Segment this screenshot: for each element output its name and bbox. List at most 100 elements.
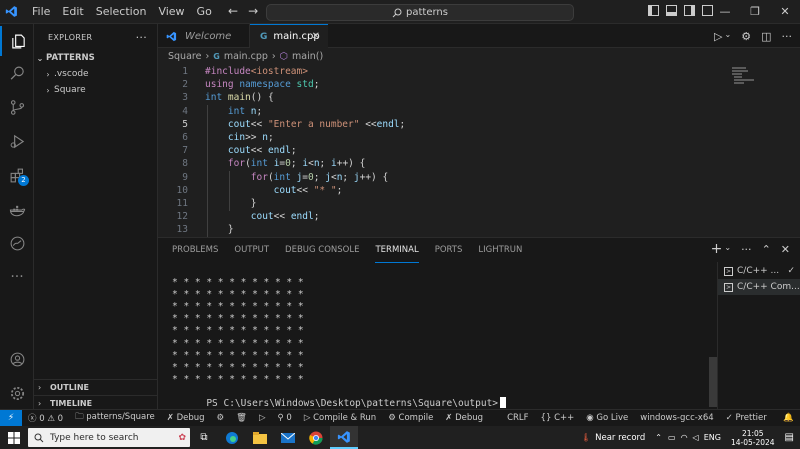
tab-close-icon[interactable]: ✕ — [312, 31, 320, 42]
tab-debug-console[interactable]: DEBUG CONSOLE — [285, 238, 359, 262]
mail-icon[interactable] — [274, 426, 302, 449]
edge-browser-icon[interactable] — [218, 426, 246, 449]
minimize-button[interactable]: — — [710, 0, 740, 24]
more-actions-icon[interactable]: ··· — [782, 30, 793, 43]
tab-ports[interactable]: PORTS — [435, 238, 463, 262]
new-terminal-icon[interactable]: + — [711, 242, 723, 256]
tab-terminal[interactable]: TERMINAL — [375, 238, 419, 263]
chevron-down-icon[interactable]: ⌄ — [725, 30, 732, 43]
vscode-taskbar-icon[interactable] — [330, 426, 358, 449]
manage-gear-icon[interactable] — [0, 378, 34, 408]
tray-text[interactable]: Near record — [595, 433, 645, 443]
language-status[interactable]: {} C++ — [535, 413, 581, 423]
menu-edit[interactable]: Edit — [56, 0, 89, 24]
eol-status[interactable]: CRLF — [501, 413, 534, 423]
remote-indicator-icon[interactable]: ⚡ — [0, 409, 22, 427]
network-icon[interactable]: ▭ — [668, 433, 676, 442]
menu-file[interactable]: File — [26, 0, 56, 24]
gear-icon[interactable]: ⚙ — [211, 413, 231, 423]
language-indicator[interactable]: ENG — [704, 433, 721, 442]
outline-section[interactable]: › OUTLINE — [34, 379, 158, 395]
run-icon[interactable]: ▷ — [253, 413, 272, 423]
breadcrumb-symbol[interactable]: main() — [292, 51, 323, 62]
tab-main-cpp[interactable]: G main.cpp ✕ — [250, 24, 328, 48]
debug-button[interactable]: ✗ Debug — [439, 413, 489, 423]
more-icon[interactable]: ··· — [0, 262, 34, 292]
code-line[interactable]: 9 for(int j=0; j<n; j++) { — [158, 171, 728, 184]
toggle-sidebar-icon[interactable] — [648, 5, 659, 16]
close-panel-icon[interactable]: ✕ — [781, 243, 790, 256]
chrome-icon[interactable] — [302, 426, 330, 449]
back-arrow-icon[interactable]: ← — [228, 4, 238, 18]
task-view-icon[interactable]: ⧉ — [190, 426, 218, 449]
docker-icon[interactable] — [0, 196, 34, 226]
code-line[interactable]: 7 cout<< endl; — [158, 144, 728, 157]
remote-explorer-icon[interactable] — [0, 228, 34, 258]
split-editor-icon[interactable]: ◫ — [761, 30, 771, 43]
forward-arrow-icon[interactable]: → — [248, 4, 258, 18]
code-line[interactable]: 6 cin>> n; — [158, 131, 728, 144]
toggle-secondary-sidebar-icon[interactable] — [684, 5, 695, 16]
breadcrumb-folder[interactable]: Square — [168, 51, 201, 62]
restore-button[interactable]: ❐ — [740, 0, 770, 24]
gear-icon[interactable]: ⚙ — [741, 30, 751, 43]
code-line[interactable]: 1 #include<iostream> — [158, 65, 728, 78]
run-file-icon[interactable]: ▷ — [714, 30, 722, 43]
code-editor[interactable]: 1 #include<iostream> 2 using namespace std;… — [158, 65, 728, 237]
terminal[interactable]: PS C:\Users\Windows\Desktop\patterns\Squ… — [158, 262, 710, 410]
code-line[interactable]: 5 cout<< "Enter a number" <<endl; — [158, 118, 728, 131]
problems-status[interactable]: ⓧ 0 ⚠ 0 — [22, 412, 69, 424]
notifications-bell-icon[interactable]: 🔔 — [777, 413, 800, 423]
tab-problems[interactable]: PROBLEMS — [172, 238, 218, 262]
tab-output[interactable]: OUTPUT — [234, 238, 269, 262]
config-status[interactable]: windows-gcc-x64 — [634, 413, 719, 423]
source-control-icon[interactable] — [0, 92, 34, 122]
menu-selection[interactable]: Selection — [90, 0, 153, 24]
file-explorer-icon[interactable] — [246, 426, 274, 449]
clock[interactable]: 21:05 14-05-2024 — [725, 429, 781, 447]
code-line[interactable]: 3 int main() { — [158, 91, 728, 104]
tab-welcome[interactable]: Welcome — [158, 24, 250, 48]
code-line[interactable]: 13 } — [158, 223, 728, 236]
code-line[interactable]: 11 } — [158, 197, 728, 210]
extensions-icon[interactable]: 2 — [0, 160, 34, 190]
account-icon[interactable] — [0, 344, 34, 374]
terminal-list-item[interactable]: > C/C++ Com... — [718, 279, 800, 295]
notification-center-icon[interactable]: ▤ — [785, 432, 794, 443]
terminal-list-item[interactable]: > C/C++ ... ✓ — [718, 263, 800, 279]
windows-start-icon[interactable] — [0, 431, 28, 444]
wifi-icon[interactable]: ◠ — [681, 433, 688, 442]
explorer-more-icon[interactable]: ··· — [136, 31, 147, 44]
folder-root-patterns[interactable]: ⌄ PATTERNS — [34, 50, 157, 66]
debug-status[interactable]: ✗ Debug — [161, 413, 211, 423]
volume-icon[interactable]: ◁ — [693, 433, 699, 442]
tree-item-square[interactable]: › Square — [34, 82, 157, 98]
code-line[interactable]: 2 using namespace std; — [158, 78, 728, 91]
code-line[interactable]: 10 cout<< "* "; — [158, 184, 728, 197]
command-center[interactable]: patterns — [266, 4, 574, 21]
run-debug-icon[interactable] — [0, 126, 34, 156]
breadcrumb-file[interactable]: main.cpp — [224, 51, 268, 62]
maximize-panel-icon[interactable]: ⌃ — [762, 243, 771, 256]
ports-status[interactable]: ⚲ 0 — [271, 413, 297, 423]
compile-button[interactable]: ⚙ Compile — [382, 413, 439, 423]
minimap[interactable] — [728, 65, 800, 237]
code-line[interactable]: 12 cout<< endl; — [158, 210, 728, 223]
chevron-up-icon[interactable]: ⌃ — [655, 433, 662, 442]
trash-icon[interactable]: 🗑 — [230, 413, 253, 423]
toggle-panel-icon[interactable] — [666, 5, 677, 16]
go-live-button[interactable]: ◉ Go Live — [580, 413, 634, 423]
more-actions-icon[interactable]: ··· — [741, 243, 752, 256]
terminal-scrollbar[interactable] — [709, 357, 717, 407]
code-line[interactable]: 8 for(int i=0; i<n; i++) { — [158, 157, 728, 170]
compile-run-button[interactable]: ▷ Compile & Run — [298, 413, 382, 423]
prettier-status[interactable]: ✓ Prettier — [720, 413, 773, 423]
close-window-button[interactable]: ✕ — [770, 0, 800, 24]
explorer-icon[interactable] — [0, 26, 34, 56]
taskbar-search[interactable]: Type here to search ✿ — [28, 428, 190, 447]
menu-view[interactable]: View — [152, 0, 190, 24]
tree-item-vscode[interactable]: › .vscode — [34, 66, 157, 82]
folder-status[interactable]: 🗀 patterns/Square — [69, 411, 161, 425]
menu-go[interactable]: Go — [191, 0, 218, 24]
tab-lightrun[interactable]: LIGHTRUN — [478, 238, 522, 262]
